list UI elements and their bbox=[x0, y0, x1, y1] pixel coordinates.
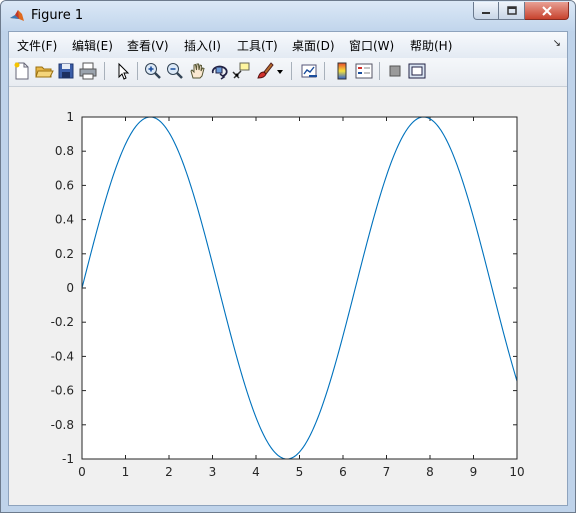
menu-view[interactable]: 查看(V) bbox=[127, 37, 169, 54]
show-plot-tools-icon[interactable] bbox=[407, 61, 427, 81]
x-tick-label: 9 bbox=[470, 465, 478, 479]
link-plot-icon[interactable] bbox=[299, 61, 319, 81]
open-file-icon[interactable] bbox=[34, 61, 54, 81]
x-tick-label: 1 bbox=[122, 465, 130, 479]
y-tick-label: -0.6 bbox=[51, 384, 74, 398]
figure-window: Figure 1 文件(F) 编辑(E) 查看(V) 插入(I) 工具(T) 桌… bbox=[0, 0, 576, 513]
close-icon bbox=[541, 5, 552, 16]
y-tick-label: 0.8 bbox=[55, 144, 74, 158]
zoom-out-icon[interactable] bbox=[165, 61, 185, 81]
x-tick-label: 5 bbox=[296, 465, 304, 479]
x-tick-label: 6 bbox=[339, 465, 347, 479]
sine-line-chart[interactable]: 0 1 2 3 4 5 6 7 8 9 10 1 0.8 0.6 0.4 0.2 0 -0.2 -0.4 -0.6 -0… bbox=[9, 87, 567, 505]
pan-hand-icon[interactable] bbox=[187, 61, 207, 81]
dropdown-arrow-icon[interactable] bbox=[275, 61, 285, 81]
y-tick-label: 0.4 bbox=[55, 213, 74, 227]
colorbar-icon[interactable] bbox=[332, 61, 352, 81]
pointer-icon[interactable] bbox=[112, 61, 132, 81]
rotate-3d-icon[interactable] bbox=[209, 61, 229, 81]
x-tick-label: 0 bbox=[78, 465, 86, 479]
minimize-icon bbox=[482, 11, 490, 14]
menu-tools[interactable]: 工具(T) bbox=[237, 37, 278, 54]
maximize-icon bbox=[506, 6, 517, 15]
hide-plot-tools-icon[interactable] bbox=[385, 61, 405, 81]
y-tick-label: 0 bbox=[66, 281, 74, 295]
y-tick-label: 0.2 bbox=[55, 247, 74, 261]
x-tick-label: 3 bbox=[209, 465, 217, 479]
figure-toolbar bbox=[9, 58, 567, 87]
legend-icon[interactable] bbox=[354, 61, 374, 81]
menu-insert[interactable]: 插入(I) bbox=[184, 37, 221, 54]
x-tick-label: 10 bbox=[509, 465, 524, 479]
dock-arrow-icon[interactable]: ↘ bbox=[553, 38, 561, 49]
save-icon[interactable] bbox=[56, 61, 76, 81]
menu-bar: 文件(F) 编辑(E) 查看(V) 插入(I) 工具(T) 桌面(D) 窗口(W… bbox=[9, 32, 567, 59]
zoom-in-icon[interactable] bbox=[143, 61, 163, 81]
x-tick-label: 7 bbox=[383, 465, 391, 479]
y-tick-label: -0.2 bbox=[51, 315, 74, 329]
menu-window[interactable]: 窗口(W) bbox=[349, 37, 394, 54]
y-tick-label: -0.8 bbox=[51, 418, 74, 432]
maximize-button[interactable] bbox=[499, 2, 525, 20]
y-tick-label: 1 bbox=[66, 110, 74, 124]
menu-file[interactable]: 文件(F) bbox=[17, 37, 57, 54]
menu-help[interactable]: 帮助(H) bbox=[410, 37, 452, 54]
figure-client-area: 文件(F) 编辑(E) 查看(V) 插入(I) 工具(T) 桌面(D) 窗口(W… bbox=[8, 31, 568, 506]
title-bar[interactable]: Figure 1 bbox=[1, 1, 575, 31]
y-tick-label: 0.6 bbox=[55, 178, 74, 192]
print-icon[interactable] bbox=[78, 61, 98, 81]
brush-icon[interactable] bbox=[255, 61, 275, 81]
figure-canvas: 0 1 2 3 4 5 6 7 8 9 10 1 0.8 0.6 0.4 0.2 0 -0.2 -0.4 -0.6 -0… bbox=[9, 87, 567, 505]
menu-desktop[interactable]: 桌面(D) bbox=[292, 37, 335, 54]
plot-area[interactable] bbox=[82, 117, 517, 459]
data-cursor-icon[interactable] bbox=[231, 61, 251, 81]
window-title: Figure 1 bbox=[31, 8, 84, 23]
close-button[interactable] bbox=[525, 2, 569, 20]
x-tick-label: 2 bbox=[165, 465, 173, 479]
x-tick-label: 8 bbox=[426, 465, 434, 479]
y-tick-label: -1 bbox=[62, 452, 74, 466]
plot-axes: 0 1 2 3 4 5 6 7 8 9 10 1 0.8 0.6 0.4 0.2 0 -0.2 -0.4 -0.6 -0… bbox=[51, 110, 525, 479]
new-figure-icon[interactable] bbox=[12, 61, 32, 81]
matlab-logo-icon bbox=[10, 10, 24, 21]
minimize-button[interactable] bbox=[473, 2, 499, 20]
y-tick-label: -0.4 bbox=[51, 349, 74, 363]
menu-edit[interactable]: 编辑(E) bbox=[72, 37, 113, 54]
x-tick-label: 4 bbox=[252, 465, 260, 479]
